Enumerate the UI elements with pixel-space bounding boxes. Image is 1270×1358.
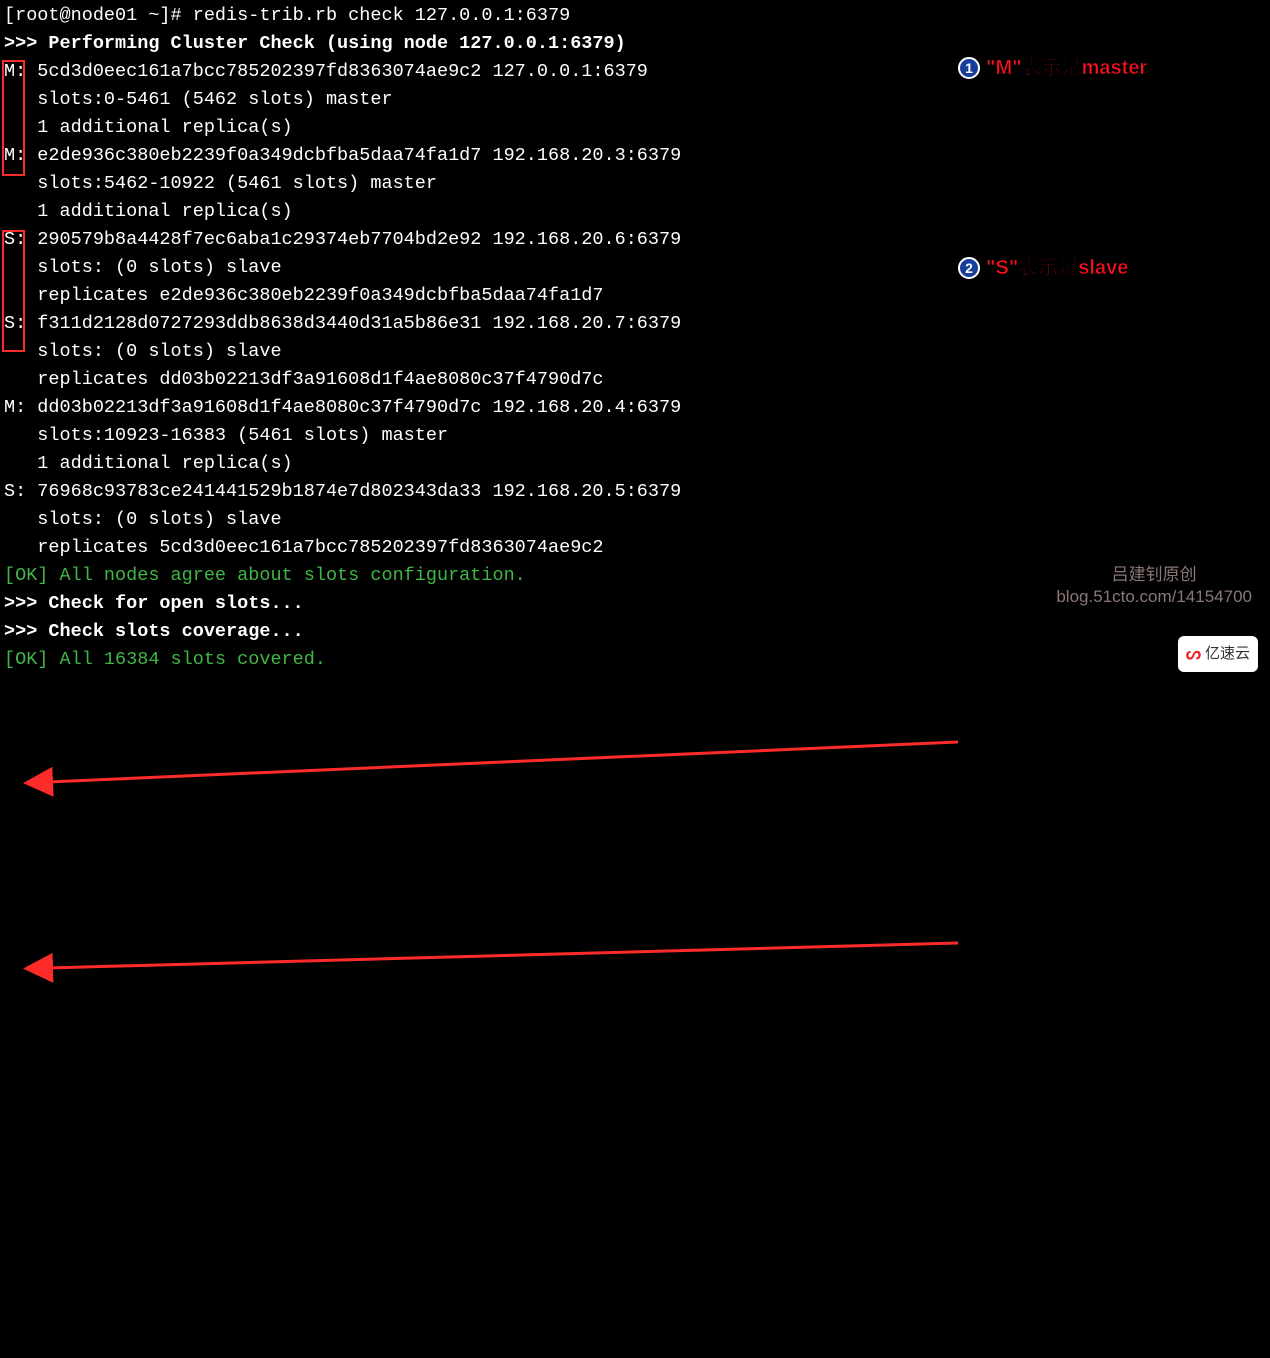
terminal-line: slots:5462-10922 (5461 slots) master	[4, 170, 1266, 198]
terminal-line: slots: (0 slots) slave	[4, 338, 1266, 366]
terminal-line: slots: (0 slots) slave	[4, 506, 1266, 534]
terminal-line: >>> Check for open slots...	[4, 590, 1266, 618]
terminal-line: [root@node01 ~]# redis-trib.rb check 127…	[4, 2, 1266, 30]
annotation-slave: 2 "S"表示是slave	[958, 254, 1128, 282]
terminal-line: 1 additional replica(s)	[4, 114, 1266, 142]
annotation-master: 1 "M"表示是master	[958, 54, 1147, 82]
terminal-line: >>> Check slots coverage...	[4, 618, 1266, 646]
badge-icon: 2	[958, 257, 980, 279]
terminal-line: replicates dd03b02213df3a91608d1f4ae8080…	[4, 366, 1266, 394]
terminal-line: [OK] All nodes agree about slots configu…	[4, 562, 1266, 590]
badge-icon: 1	[958, 57, 980, 79]
arrow-slave	[0, 676, 1270, 1358]
terminal-line: slots:10923-16383 (5461 slots) master	[4, 422, 1266, 450]
annotation-slave-text: "S"表示是slave	[986, 254, 1128, 282]
terminal-line: S: 290579b8a4428f7ec6aba1c29374eb7704bd2…	[4, 226, 1266, 254]
terminal-line: 1 additional replica(s)	[4, 450, 1266, 478]
terminal-line: S: f311d2128d0727293ddb8638d3440d31a5b86…	[4, 310, 1266, 338]
terminal-line: [OK] All 16384 slots covered.	[4, 646, 1266, 674]
terminal-output: [root@node01 ~]# redis-trib.rb check 127…	[0, 0, 1270, 676]
annotation-master-text: "M"表示是master	[986, 54, 1147, 82]
terminal-line: S: 76968c93783ce241441529b1874e7d802343d…	[4, 478, 1266, 506]
terminal-line: 1 additional replica(s)	[4, 198, 1266, 226]
terminal-line: M: dd03b02213df3a91608d1f4ae8080c37f4790…	[4, 394, 1266, 422]
terminal-line: M: e2de936c380eb2239f0a349dcbfba5daa74fa…	[4, 142, 1266, 170]
terminal-line: slots:0-5461 (5462 slots) master	[4, 86, 1266, 114]
terminal-line: replicates e2de936c380eb2239f0a349dcbfba…	[4, 282, 1266, 310]
terminal-line: replicates 5cd3d0eec161a7bcc785202397fd8…	[4, 534, 1266, 562]
arrow-master	[0, 676, 1270, 1358]
